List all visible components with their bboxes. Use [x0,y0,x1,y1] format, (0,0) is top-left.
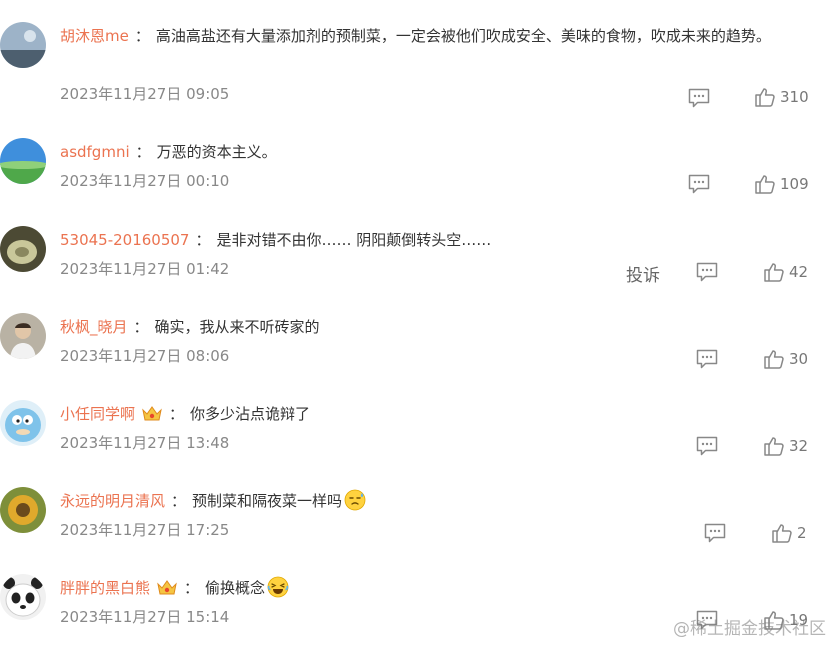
colon-separator: ： [184,579,200,597]
comment-item: 胡沐恩me ： 高油高盐还有大量添加剂的预制菜，一定会被他们吹成安全、美味的食物，吹… [0,22,830,110]
watermark: @稀土掘金技术社区 [673,619,826,639]
colon-separator: ： [195,231,211,249]
reply-icon[interactable] [696,349,718,369]
comment-text: 预制菜和隔夜菜一样吗 [192,492,343,510]
comment-text: 万恶的资本主义。 [156,143,277,161]
comment-time: 2023年11月27日 15:14 [60,608,230,626]
thumbs-up-icon [764,437,784,456]
reply-icon[interactable] [688,174,710,194]
comment-time: 2023年11月27日 00:10 [60,172,230,190]
comment-text: 你多少沾点诡辩了 [190,405,311,423]
colon-separator: ： [171,492,187,510]
crown-badge-icon [142,406,162,421]
comment-item: 秋枫_晓月 ： 确实，我从来不听砖家的 2023年11月27日 08:06 30 [0,313,830,401]
comment-content: 永远的明月清风 ： 预制菜和隔夜菜一样吗 [60,487,800,515]
comment-content: asdfgmni ： 万恶的资本主义。 [60,138,800,166]
comment-content: 53045-20160507 ： 是非对错不由你…… 阴阳颠倒转头空…… [60,226,800,254]
colon-separator: ： [135,143,151,161]
colon-separator: ： [169,405,185,423]
like-count: 42 [789,263,809,281]
reply-icon[interactable] [696,436,718,456]
avatar[interactable] [0,313,46,359]
username-link[interactable]: 胖胖的黑白熊 [60,579,150,597]
comment-time: 2023年11月27日 17:25 [60,521,230,539]
username-link[interactable]: 秋枫_晓月 [60,318,128,336]
username-link[interactable]: 胡沐恩me [60,27,129,45]
avatar[interactable] [0,487,46,533]
avatar[interactable] [0,400,46,446]
comment-time: 2023年11月27日 01:42 [60,260,230,278]
comment-text: 是非对错不由你…… 阴阳颠倒转头空…… [216,231,492,249]
colon-separator: ： [134,27,150,45]
comment-text: 确实，我从来不听砖家的 [154,318,320,336]
username-link[interactable]: 小任同学啊 [60,405,135,423]
comment-item: 53045-20160507 ： 是非对错不由你…… 阴阳颠倒转头空…… 2023年… [0,226,830,314]
laughing-tears-emoji-icon [267,576,289,598]
thumbs-up-icon [764,350,784,369]
comment-item: asdfgmni ： 万恶的资本主义。 2023年11月27日 00:10 109 [0,138,830,226]
comment-text: 偷换概念 [205,579,266,597]
like-count: 30 [789,350,809,368]
colon-separator: ： [133,318,149,336]
username-link[interactable]: 53045-20160507 [60,231,189,249]
comment-content: 胖胖的黑白熊 ： 偷换概念 [60,574,800,602]
comment-time: 2023年11月27日 09:05 [60,85,230,103]
avatar[interactable] [0,138,46,184]
comment-item: 永远的明月清风 ： 预制菜和隔夜菜一样吗 2023年11月27日 17:25 2 [0,487,830,575]
thumbs-up-icon [755,175,775,194]
like-count: 2 [797,524,807,542]
comment-time: 2023年11月27日 08:06 [60,347,230,365]
sweat-smile-emoji-icon [344,489,366,511]
like-count: 109 [780,175,809,193]
thumbs-up-icon [755,88,775,107]
avatar[interactable] [0,22,46,68]
avatar[interactable] [0,574,46,620]
report-button[interactable]: 投诉 [626,261,660,286]
thumbs-up-icon [772,524,792,543]
username-link[interactable]: asdfgmni [60,143,130,161]
reply-icon[interactable] [704,523,726,543]
reply-icon[interactable] [688,88,710,108]
comment-content: 小任同学啊 ： 你多少沾点诡辩了 [60,400,800,428]
comment-time: 2023年11月27日 13:48 [60,434,230,452]
comment-text: 高油高盐还有大量添加剂的预制菜，一定会被他们吹成安全、美味的食物，吹成未来的趋势… [155,27,771,45]
reply-icon[interactable] [696,262,718,282]
comment-item: 小任同学啊 ： 你多少沾点诡辩了 2023年11月27日 13:48 32 [0,400,830,488]
like-count: 32 [789,437,809,455]
thumbs-up-icon [764,263,784,282]
comment-content: 胡沐恩me ： 高油高盐还有大量添加剂的预制菜，一定会被他们吹成安全、美味的食物，吹… [60,22,800,50]
avatar[interactable] [0,226,46,272]
like-count: 310 [780,88,809,106]
crown-badge-icon [157,580,177,595]
comment-content: 秋枫_晓月 ： 确实，我从来不听砖家的 [60,313,800,341]
username-link[interactable]: 永远的明月清风 [60,492,165,510]
